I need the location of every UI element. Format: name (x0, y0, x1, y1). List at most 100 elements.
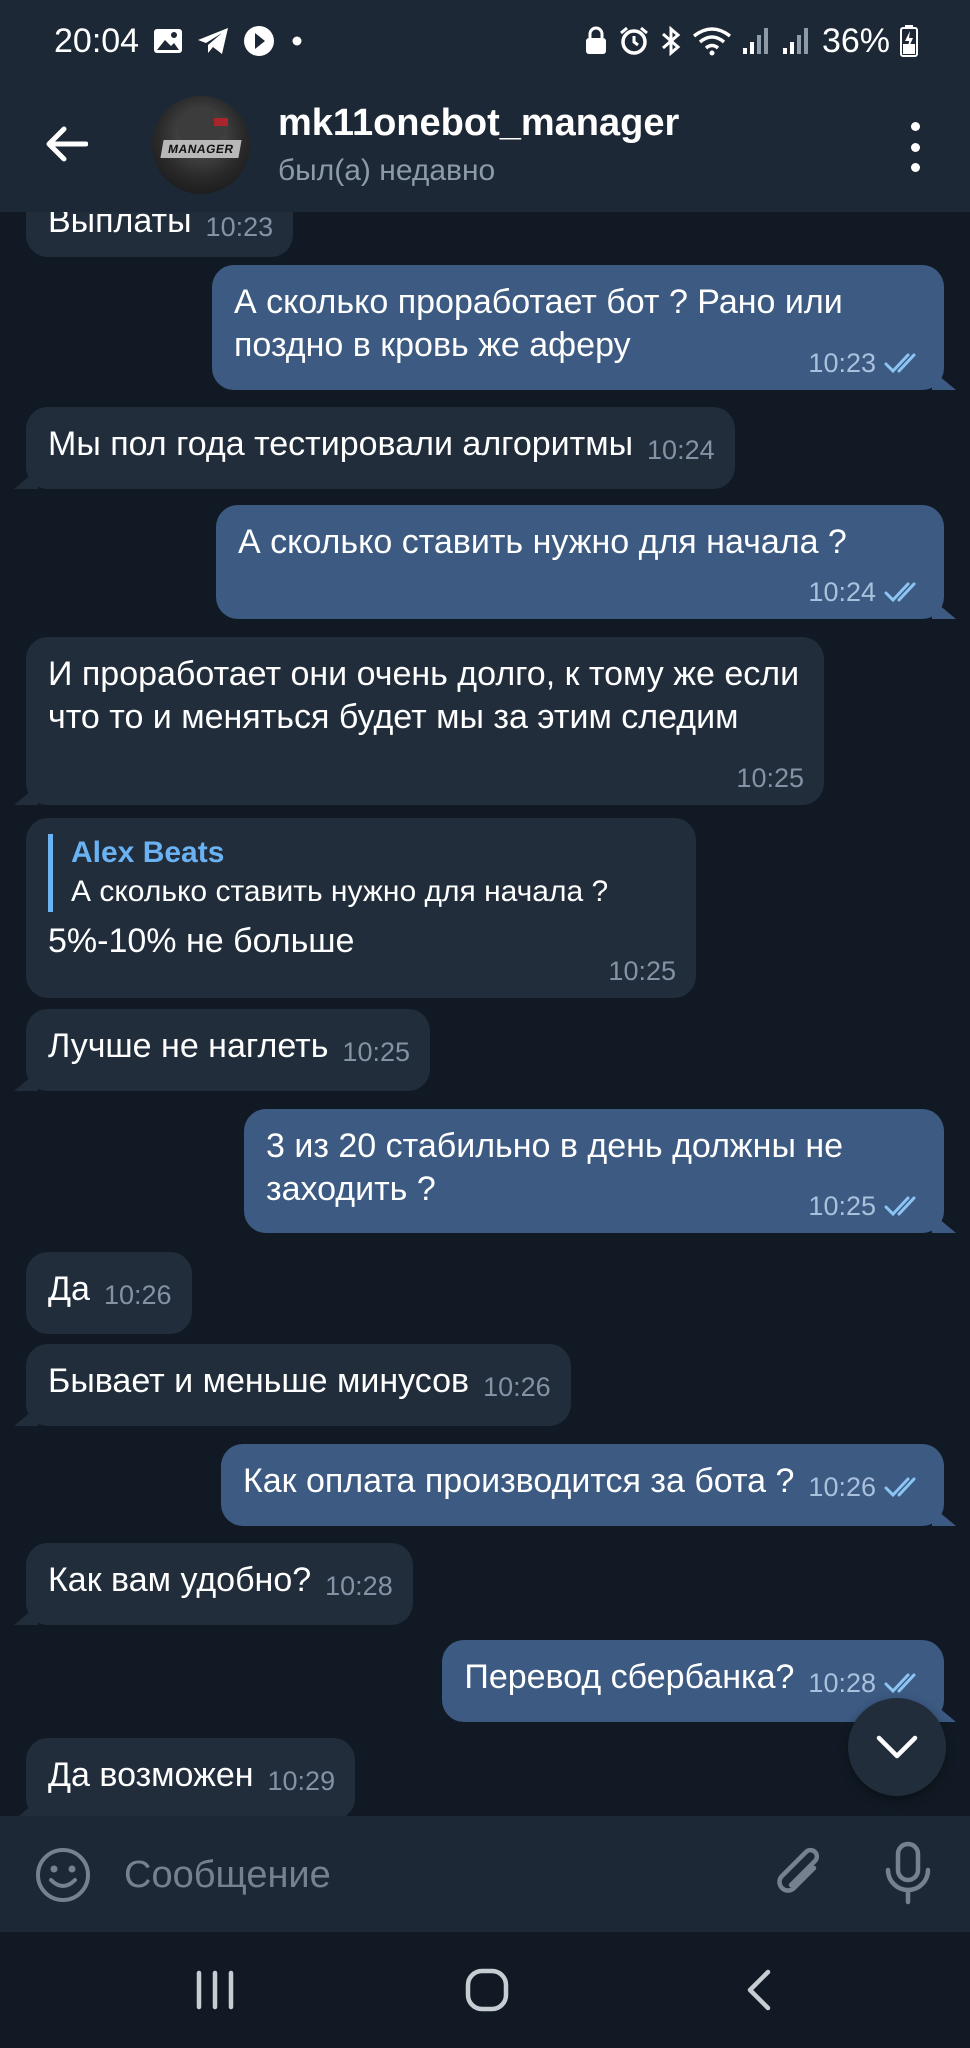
message-time: 10:25 (608, 956, 676, 986)
status-bar: 20:04 36% (0, 0, 970, 82)
message-time: 10:24 (808, 577, 924, 607)
message-text: Как вам удобно? (48, 1561, 312, 1599)
chat-header: MANAGER mk11onebot_manager был(а) недавн… (0, 82, 970, 212)
message-text: Как оплата производится за бота ? (242, 1462, 795, 1500)
double-check-icon (884, 1476, 924, 1498)
chevron-down-icon (876, 1735, 918, 1759)
double-check-icon (884, 1672, 924, 1694)
time-text: 10:28 (325, 1571, 393, 1601)
arrow-left-icon (46, 126, 88, 162)
wifi-icon (692, 26, 732, 56)
message-incoming[interactable]: Мы пол года тестировали алгоритмы 10:24 (26, 407, 735, 489)
home-button[interactable] (452, 1960, 522, 2020)
dot-icon (910, 142, 920, 152)
message-input[interactable] (122, 1844, 726, 1906)
double-check-icon (884, 1195, 924, 1217)
message-outgoing[interactable]: А сколько проработает бот ? Рано или поз… (212, 265, 944, 390)
avatar-mark (214, 118, 228, 126)
time-text: 10:29 (267, 1766, 336, 1796)
message-incoming[interactable]: Выплаты 10:23 (26, 212, 294, 257)
chat-title[interactable]: mk11onebot_manager (278, 102, 679, 145)
time-text: 10:25 (808, 1191, 876, 1221)
avatar-badge: MANAGER (160, 140, 242, 158)
gallery-icon (153, 28, 183, 54)
message-composer (0, 1816, 970, 1932)
message-list[interactable]: Выплаты 10:23 А сколько проработает бот ?… (0, 212, 970, 1816)
telegram-chat-screen: 20:04 36% MANAGER mk11onebot_manager был… (0, 0, 970, 2048)
signal-icon (742, 26, 772, 56)
dot-icon (910, 122, 920, 131)
recent-apps-icon (196, 1970, 234, 2010)
alarm-icon (618, 25, 650, 57)
battery-percent: 36% (821, 21, 890, 60)
message-text: Выплаты (48, 212, 192, 240)
smile-icon (36, 1848, 90, 1902)
time-text: 10:24 (647, 435, 715, 465)
back-nav-button[interactable] (724, 1960, 794, 2020)
message-outgoing[interactable]: А сколько ставить нужно для начала ? 10:… (216, 505, 944, 619)
recent-apps-button[interactable] (180, 1960, 250, 2020)
message-incoming[interactable]: Да возможен 10:29 (26, 1738, 356, 1816)
microphone-button[interactable] (878, 1840, 938, 1908)
message-text: Перевод сбербанка? (464, 1658, 795, 1696)
message-time: 10:26 (483, 1372, 551, 1402)
more-menu-button[interactable] (898, 122, 932, 172)
home-icon (465, 1968, 509, 2012)
time-text: 10:24 (808, 577, 876, 607)
message-time: 10:26 (808, 1472, 924, 1502)
system-navigation-bar (0, 1932, 970, 2048)
paperclip-icon (777, 1847, 820, 1893)
time-text: 10:25 (342, 1037, 410, 1067)
message-incoming[interactable]: И проработает они очень долго, к тому же… (26, 637, 824, 805)
double-check-icon (884, 352, 924, 374)
message-time: 10:28 (808, 1668, 924, 1698)
attach-button[interactable] (770, 1842, 830, 1906)
message-time: 10:24 (647, 435, 715, 465)
message-time: 10:26 (104, 1280, 172, 1310)
message-outgoing[interactable]: Как оплата производится за бота ? 10:26 (220, 1444, 944, 1526)
message-incoming[interactable]: Лучше не наглеть 10:25 (26, 1009, 430, 1091)
back-button[interactable] (34, 112, 98, 176)
dot-icon (910, 163, 920, 172)
message-time: 10:25 (342, 1037, 410, 1067)
microphone-icon (885, 1841, 931, 1905)
avatar[interactable]: MANAGER (152, 96, 250, 194)
battery-icon (900, 25, 918, 57)
time-text: 10:26 (103, 1280, 172, 1310)
message-text: Да возможен (48, 1756, 254, 1794)
message-incoming[interactable]: Да 10:26 (26, 1252, 192, 1334)
time-text: 10:26 (808, 1472, 876, 1502)
bluetooth-icon (660, 25, 682, 57)
emoji-button[interactable] (34, 1846, 92, 1904)
message-text: Лучше не наглеть (48, 1027, 329, 1065)
lock-icon (584, 26, 608, 56)
status-bar-right: 36% (584, 22, 918, 61)
message-text: А сколько ставить нужно для начала ? (238, 523, 847, 561)
reply-author: Alex Beats (71, 836, 225, 869)
play-icon (243, 25, 275, 57)
message-text: Мы пол года тестировали алгоритмы (48, 425, 634, 463)
message-time: 10:23 (808, 348, 924, 378)
message-text: 5%-10% не больше (48, 922, 355, 960)
message-incoming[interactable]: Бывает и меньше минусов 10:26 (26, 1344, 571, 1426)
time-text: 10:23 (205, 212, 274, 242)
status-time: 20:04 (54, 21, 140, 60)
reply-quote[interactable]: Alex Beats А сколько ставить нужно для н… (48, 834, 676, 912)
chat-status: был(а) недавно (278, 154, 496, 187)
time-text: 10:26 (483, 1372, 551, 1402)
message-incoming[interactable]: Как вам удобно? 10:28 (26, 1543, 413, 1625)
message-text: Бывает и меньше минусов (48, 1362, 470, 1400)
message-outgoing[interactable]: 3 из 20 стабильно в день должны не заход… (244, 1109, 944, 1233)
status-bar-left: 20:04 (54, 22, 305, 61)
message-incoming-reply[interactable]: Alex Beats А сколько ставить нужно для н… (26, 818, 696, 998)
time-text: 10:28 (808, 1668, 876, 1698)
message-time: 10:29 (268, 1766, 336, 1796)
message-time: 10:25 (808, 1191, 924, 1221)
message-time: 10:25 (736, 763, 804, 793)
double-check-icon (884, 581, 924, 603)
chevron-left-icon (747, 1969, 771, 2011)
message-text: И проработает они очень долго, к тому же… (48, 655, 800, 736)
message-text: Да (48, 1270, 90, 1308)
scroll-to-bottom-button[interactable] (848, 1698, 946, 1796)
signal-icon (782, 26, 812, 56)
